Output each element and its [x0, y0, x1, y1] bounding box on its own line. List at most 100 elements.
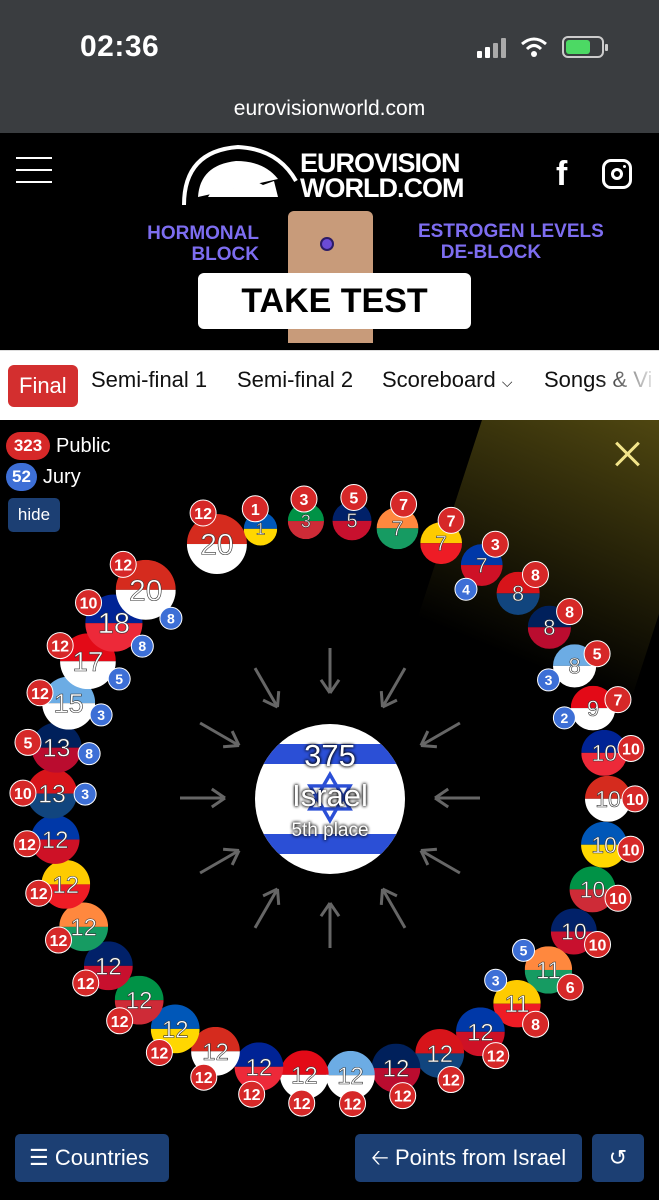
tab-semi-final-2[interactable]: Semi-final 2: [237, 367, 353, 393]
tab-scoreboard[interactable]: Scoreboard ⌵: [382, 367, 513, 393]
svg-text:10: 10: [589, 937, 607, 954]
country-total-label: 10: [561, 919, 587, 945]
voting-country-flag[interactable]: 1212: [234, 1042, 284, 1108]
center-place: 5th place: [291, 820, 369, 841]
country-total-label: 11: [536, 957, 561, 984]
points-board: 323 Public 52 Jury hide 20 12 1 1 3 3 5 5 7 7 7 7 7 3…: [0, 420, 659, 1200]
voting-country-flag[interactable]: 1010: [581, 729, 645, 776]
public-points-badge: 12: [25, 879, 53, 907]
ad-patch-image: [320, 237, 334, 251]
svg-text:12: 12: [114, 557, 132, 574]
public-points-badge: 8: [521, 561, 549, 589]
public-points-badge: 12: [189, 499, 217, 527]
country-total-label: 20: [200, 529, 233, 562]
center-score: 375: [304, 738, 356, 773]
public-points-badge: 12: [26, 679, 54, 707]
app-root: 02:36 eurovisionworld.com EUROVISION WOR…: [0, 0, 659, 1200]
svg-text:10: 10: [626, 792, 644, 809]
public-points-badge: 7: [437, 506, 465, 534]
countries-button-label: Countries: [54, 1145, 150, 1170]
country-total-label: 13: [38, 780, 66, 808]
svg-text:12: 12: [394, 1089, 412, 1106]
replay-button[interactable]: ↺: [592, 1134, 644, 1182]
country-total-label: 12: [337, 1063, 364, 1090]
public-points-badge: 12: [288, 1089, 316, 1117]
public-points-badge: 12: [13, 830, 41, 858]
countries-button[interactable]: ☰ Countries: [15, 1134, 169, 1182]
battery-charging-icon: [562, 36, 608, 58]
voting-country-flag[interactable]: 1010: [581, 821, 645, 868]
public-points-badge: 12: [389, 1082, 417, 1110]
voting-country-flag[interactable]: 55: [332, 483, 372, 541]
public-points-badge: 12: [238, 1080, 266, 1108]
public-points-badge: 10: [604, 884, 632, 912]
incoming-arrow: [434, 787, 480, 809]
svg-text:10: 10: [14, 786, 32, 803]
instagram-icon[interactable]: [602, 159, 632, 189]
voting-country-flag[interactable]: 2012: [186, 499, 247, 575]
voting-country-flag[interactable]: 13 5 8: [14, 722, 101, 773]
voting-country-flag[interactable]: 1212: [371, 1043, 421, 1110]
voting-country-flag[interactable]: 9 7 2: [552, 685, 632, 731]
voting-country-flag[interactable]: 88: [496, 561, 549, 615]
incoming-arrow: [319, 902, 341, 948]
voting-country-flag[interactable]: 13 10 3: [9, 768, 97, 819]
jury-points-badge: 5: [512, 938, 536, 962]
facebook-icon[interactable]: f: [556, 155, 567, 194]
public-points-badge: 10: [617, 734, 645, 762]
svg-text:12: 12: [30, 886, 48, 903]
voting-country-flag[interactable]: 1212: [415, 1029, 465, 1094]
center-country: Israel: [292, 778, 368, 813]
country-total-label: 13: [43, 734, 71, 762]
menu-icon[interactable]: [16, 157, 52, 183]
svg-text:10: 10: [80, 596, 98, 613]
voting-country-flag[interactable]: 1010: [569, 866, 632, 913]
country-total-label: 10: [595, 786, 621, 812]
public-points-badge: 7: [604, 686, 632, 714]
svg-text:3: 3: [545, 672, 553, 688]
voting-country-flag[interactable]: 10 10: [584, 775, 649, 822]
voting-country-flag[interactable]: 1212: [45, 902, 109, 954]
tab-final[interactable]: Final: [8, 365, 78, 407]
chevron-down-icon: ⌵: [501, 374, 513, 390]
points-from-button[interactable]: 🡠 Points from Israel: [355, 1134, 582, 1182]
country-total-label: 8: [543, 615, 555, 640]
svg-text:12: 12: [31, 686, 49, 703]
tab-semi-final-1[interactable]: Semi-final 1: [91, 367, 207, 393]
voting-country-flag[interactable]: 1212: [25, 860, 91, 909]
advertisement[interactable]: HORMONAL BLOCK ESTROGEN LEVELS DE-BLOCK TA…: [0, 211, 659, 415]
svg-text:12: 12: [18, 837, 36, 854]
country-total-label: 10: [591, 832, 617, 858]
jury-points-badge: 3: [89, 703, 113, 727]
voting-country-flag[interactable]: 88: [527, 598, 584, 649]
voting-country-flag[interactable]: 1212: [279, 1050, 329, 1117]
voting-country-flag[interactable]: 77: [376, 490, 419, 550]
svg-text:5: 5: [349, 490, 358, 507]
country-total-label: 12: [383, 1056, 410, 1083]
svg-text:12: 12: [51, 639, 69, 656]
svg-text:1: 1: [251, 502, 260, 519]
public-points-badge: 12: [482, 1042, 510, 1070]
voting-country-flag[interactable]: 1212: [13, 815, 80, 864]
svg-text:12: 12: [150, 1046, 168, 1063]
country-total-label: 20: [129, 574, 162, 607]
public-points-badge: 10: [75, 589, 103, 617]
voting-country-flag[interactable]: 33: [287, 485, 325, 540]
voting-country-flag[interactable]: 77: [420, 506, 465, 565]
voting-country-flag[interactable]: 1212: [326, 1050, 375, 1118]
svg-text:8: 8: [138, 638, 146, 654]
public-points-badge: 10: [617, 835, 645, 863]
tabs-fade: [599, 351, 659, 420]
svg-text:12: 12: [77, 976, 95, 993]
logo-text: EUROVISION WORLD.COM: [300, 148, 464, 203]
status-time: 02:36: [80, 30, 160, 63]
public-points-badge: 12: [109, 550, 137, 578]
svg-text:8: 8: [85, 746, 93, 762]
url-bar[interactable]: eurovisionworld.com: [0, 95, 659, 133]
voting-country-flag[interactable]: 11: [241, 495, 278, 546]
ad-left-text: HORMONAL BLOCK: [147, 223, 259, 265]
country-total-label: 12: [126, 988, 153, 1015]
ad-take-test-button[interactable]: TAKE TEST: [198, 273, 471, 329]
globe-logo-icon: [182, 144, 298, 206]
eurovisionworld-logo[interactable]: EUROVISION WORLD.COM: [178, 141, 483, 207]
